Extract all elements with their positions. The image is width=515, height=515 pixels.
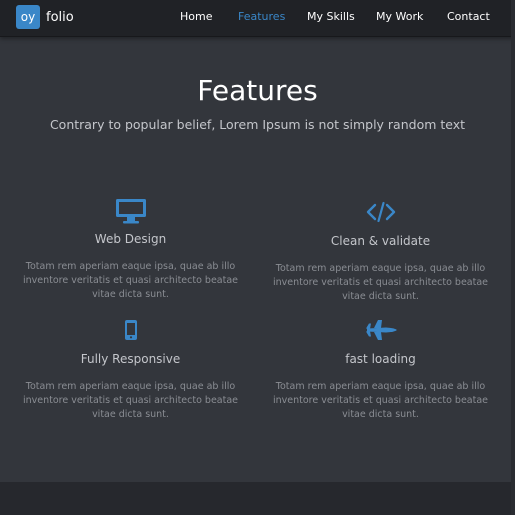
feature-description: Totam rem aperiam eaque ipsa, quae ab il…	[22, 381, 239, 420]
scrollbar-track[interactable]	[511, 0, 515, 515]
feature-fully-responsive: Fully Responsive Totam rem aperiam eaque…	[8, 319, 253, 422]
section-subtitle: Contrary to popular belief, Lorem Ipsum …	[49, 117, 466, 132]
feature-title: fast loading	[345, 352, 416, 366]
nav-contact[interactable]: Contact	[447, 10, 490, 23]
plane-icon	[365, 320, 397, 340]
main-nav: Home Features My Skills My Work Contact	[0, 0, 515, 36]
feature-title: Fully Responsive	[80, 352, 181, 366]
code-icon	[366, 201, 395, 223]
feature-fast-loading: fast loading Totam rem aperiam eaque ips…	[258, 319, 503, 422]
feature-clean-validate: Clean & validate Totam rem aperiam eaque…	[258, 201, 503, 304]
mobile-icon	[124, 320, 137, 340]
nav-home[interactable]: Home	[180, 10, 212, 23]
feature-title: Web Design	[94, 232, 167, 246]
feature-description: Totam rem aperiam eaque ipsa, quae ab il…	[22, 261, 239, 300]
monitor-icon	[115, 199, 146, 224]
navbar: oy folio Home Features My Skills My Work…	[0, 0, 515, 37]
nav-my-skills[interactable]: My Skills	[307, 10, 355, 23]
feature-title: Clean & validate	[330, 234, 431, 248]
feature-description: Totam rem aperiam eaque ipsa, quae ab il…	[272, 263, 489, 302]
feature-web-design: Web Design Totam rem aperiam eaque ipsa,…	[8, 198, 253, 302]
nav-features[interactable]: Features	[238, 10, 285, 23]
feature-description: Totam rem aperiam eaque ipsa, quae ab il…	[272, 381, 489, 420]
section-title: Features	[197, 74, 318, 107]
nav-my-work[interactable]: My Work	[376, 10, 423, 23]
footer-band	[0, 482, 515, 515]
